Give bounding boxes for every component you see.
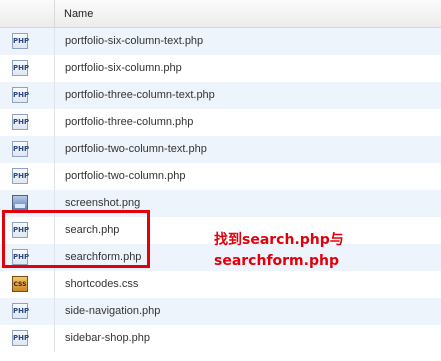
file-row[interactable]: PHP portfolio-six-column-text.php xyxy=(0,28,441,55)
file-row[interactable]: CSS shortcodes.css xyxy=(0,271,441,298)
annotation-line-2: searchform.php xyxy=(214,253,339,269)
php-file-icon: PHP xyxy=(12,141,29,157)
file-row[interactable]: PHP portfolio-three-column-text.php xyxy=(0,82,441,109)
annotation-line-1: 找到search.php与 xyxy=(214,232,344,248)
file-list: PHP portfolio-six-column-text.php PHP po… xyxy=(0,28,441,352)
highlight-box xyxy=(2,210,150,268)
annotation-text: 找到search.php与 searchform.php xyxy=(214,230,414,272)
php-file-icon: PHP xyxy=(12,87,29,103)
file-name: side-navigation.php xyxy=(65,305,161,317)
php-file-icon: PHP xyxy=(12,330,29,346)
css-file-icon: CSS xyxy=(12,276,28,292)
file-row[interactable]: PHP portfolio-two-column.php xyxy=(0,163,441,190)
file-name: portfolio-two-column.php xyxy=(65,170,186,182)
file-row[interactable]: PHP portfolio-two-column-text.php xyxy=(0,136,441,163)
file-list-header: Name xyxy=(0,0,441,28)
php-file-icon: PHP xyxy=(12,168,29,184)
file-name: portfolio-three-column.php xyxy=(65,116,194,128)
file-name: portfolio-two-column-text.php xyxy=(65,143,207,155)
file-name: portfolio-six-column-text.php xyxy=(65,35,204,47)
file-name: screenshot.png xyxy=(65,197,141,209)
file-row[interactable]: PHP portfolio-six-column.php xyxy=(0,55,441,82)
file-name: shortcodes.css xyxy=(65,278,139,290)
name-column-header[interactable]: Name xyxy=(64,8,93,20)
file-row[interactable]: PHP sidebar-shop.php xyxy=(0,325,441,352)
file-row[interactable]: PHP portfolio-three-column.php xyxy=(0,109,441,136)
file-name: sidebar-shop.php xyxy=(65,332,151,344)
file-row[interactable]: PHP side-navigation.php xyxy=(0,298,441,325)
icon-column-header[interactable] xyxy=(0,0,55,27)
php-file-icon: PHP xyxy=(12,60,29,76)
php-file-icon: PHP xyxy=(12,303,29,319)
image-file-icon xyxy=(12,195,28,211)
file-name: portfolio-six-column.php xyxy=(65,62,182,74)
php-file-icon: PHP xyxy=(12,33,29,49)
file-name: portfolio-three-column-text.php xyxy=(65,89,215,101)
php-file-icon: PHP xyxy=(12,114,29,130)
